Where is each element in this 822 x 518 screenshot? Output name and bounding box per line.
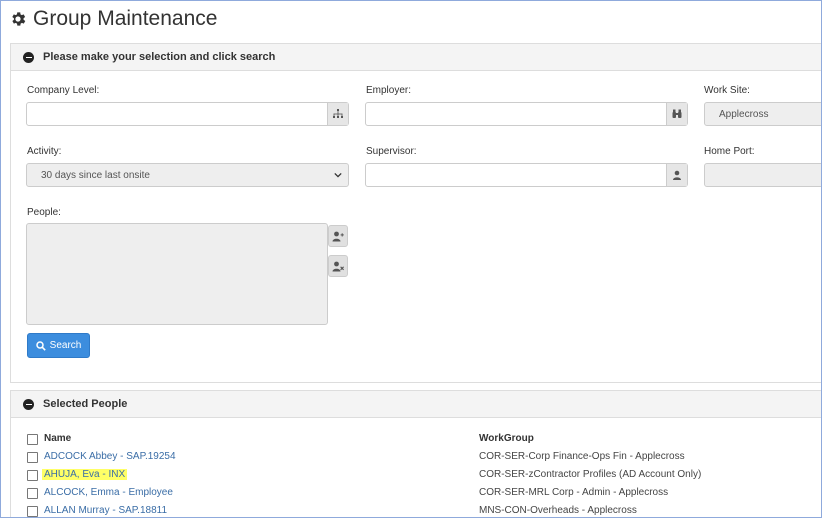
supervisor-field[interactable]	[365, 163, 688, 187]
work-site-label: Work Site:	[704, 85, 750, 96]
workgroup-column-header: WorkGroup	[479, 433, 534, 444]
home-port-label: Home Port:	[704, 146, 755, 157]
name-column-header: Name	[44, 433, 72, 444]
search-icon	[35, 340, 46, 351]
page-title-text: Group Maintenance	[33, 7, 218, 30]
sitemap-icon	[333, 109, 343, 118]
people-label: People:	[27, 207, 61, 218]
person-name-link[interactable]: ALCOCK, Emma - Employee	[44, 487, 173, 498]
workgroup-cell: MNS-CON-Overheads - Applecross	[479, 505, 637, 516]
activity-select-value: 30 days since last onsite	[41, 170, 150, 181]
remove-person-button[interactable]	[328, 255, 348, 277]
binoculars-icon	[672, 109, 682, 118]
select-all-checkbox[interactable]	[27, 434, 38, 445]
employer-field[interactable]	[365, 102, 688, 126]
work-site-field[interactable]: Applecross	[704, 102, 821, 126]
workgroup-cell: COR-SER-zContractor Profiles (AD Account…	[479, 469, 702, 480]
home-port-field[interactable]	[704, 163, 821, 187]
employer-lookup-button[interactable]	[666, 103, 687, 125]
row-checkbox[interactable]	[27, 488, 38, 499]
add-person-button[interactable]	[328, 225, 348, 247]
company-level-label: Company Level:	[27, 85, 100, 96]
workgroup-cell: COR-SER-Corp Finance-Ops Fin - Applecros…	[479, 451, 685, 462]
search-panel: Please make your selection and click sea…	[10, 43, 821, 383]
person-name-link[interactable]: ADCOCK Abbey - SAP.19254	[44, 451, 176, 462]
row-checkbox[interactable]	[27, 452, 38, 463]
collapse-icon[interactable]	[23, 398, 34, 410]
supervisor-lookup-button[interactable]	[666, 164, 687, 186]
company-level-field[interactable]	[26, 102, 349, 126]
search-button[interactable]: Search	[27, 333, 90, 358]
person-name-link[interactable]: AHUJA, Eva - INX	[42, 469, 128, 480]
search-panel-title: Please make your selection and click sea…	[43, 51, 276, 63]
workgroup-cell: COR-SER-MRL Corp - Admin - Applecross	[479, 487, 669, 498]
selected-people-title: Selected People	[43, 398, 128, 410]
app-window: Group Maintenance Please make your selec…	[0, 0, 822, 518]
collapse-icon[interactable]	[23, 51, 34, 63]
search-button-label: Search	[49, 340, 82, 351]
gear-icon	[12, 12, 26, 26]
person-name-link[interactable]: ALLAN Murray - SAP.18811	[44, 505, 167, 516]
hierarchy-button[interactable]	[327, 103, 348, 125]
user-icon	[673, 170, 681, 180]
row-checkbox[interactable]	[27, 470, 38, 481]
work-site-value: Applecross	[719, 109, 769, 120]
user-times-icon	[332, 261, 344, 271]
employer-label: Employer:	[366, 85, 412, 96]
supervisor-label: Supervisor:	[366, 146, 417, 157]
search-panel-header[interactable]: Please make your selection and click sea…	[11, 44, 821, 71]
people-list[interactable]	[26, 223, 328, 325]
selected-people-header[interactable]: Selected People	[11, 391, 821, 418]
activity-select[interactable]: 30 days since last onsite	[26, 163, 349, 187]
chevron-down-icon	[334, 172, 342, 178]
row-checkbox[interactable]	[27, 506, 38, 517]
activity-label: Activity:	[27, 146, 62, 157]
page-title: Group Maintenance	[9, 7, 217, 31]
user-plus-icon	[332, 231, 344, 241]
